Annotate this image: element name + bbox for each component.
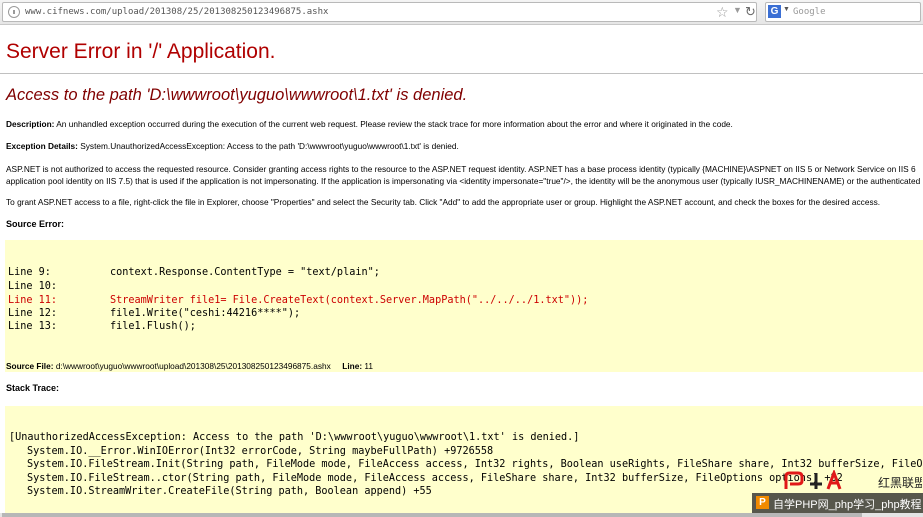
logo-glyph-1 [784, 471, 804, 489]
google-icon[interactable]: G [768, 5, 781, 18]
source-line-12: Line 12: file1.Write("ceshi:44216****"); [8, 308, 301, 319]
exception-details: Exception Details: System.UnauthorizedAc… [6, 141, 459, 151]
site-identity-icon[interactable] [8, 6, 20, 18]
watermark-logo-text: 红黑联盟 [878, 475, 922, 490]
php-badge-icon: P [756, 496, 769, 509]
stack-line-exception: [UnauthorizedAccessException: Access to … [9, 432, 580, 443]
logo-glyph-2 [810, 473, 822, 489]
exception-label: Exception Details: [6, 141, 78, 151]
source-line-10: Line 10: [8, 281, 58, 292]
page-title: Server Error in '/' Application. [6, 40, 276, 63]
grant-access-text: To grant ASP.NET access to a file, right… [6, 197, 881, 207]
source-file-info: Source File: d:\wwwroot\yuguo\wwwroot\up… [6, 361, 373, 371]
error-heading: Access to the path 'D:\wwwroot\yuguo\www… [6, 86, 468, 104]
address-bar[interactable]: www.cifnews.com/upload/201308/25/2013082… [2, 2, 757, 22]
source-file-path: d:\wwwroot\yuguo\wwwroot\upload\201308\2… [55, 361, 331, 371]
explanation-line-1: ASP.NET is not authorized to access the … [6, 164, 916, 174]
source-error-label: Source Error: [6, 219, 65, 229]
line-label: Line: [342, 361, 363, 371]
description: Description: An unhandled exception occu… [6, 119, 733, 129]
stack-line: System.IO.FileStream..ctor(String path, … [27, 473, 843, 484]
scrollbar-thumb[interactable] [2, 513, 862, 517]
explanation-line-2: application pool identity on IIS 7.5) th… [6, 176, 921, 186]
title-divider [0, 73, 923, 74]
stack-trace-label: Stack Trace: [6, 383, 60, 393]
exception-text: System.UnauthorizedAccessException: Acce… [80, 141, 459, 151]
search-bar[interactable]: G ▼ Google [765, 2, 921, 22]
watermark-bar: P 自学PHP网_php学习_php教程 [752, 493, 923, 513]
source-line-13: Line 13: file1.Flush(); [8, 321, 196, 332]
description-label: Description: [6, 119, 55, 129]
description-text: An unhandled exception occurred during t… [56, 119, 733, 129]
stack-line: System.IO.__Error.WinIOError(Int32 error… [27, 446, 494, 457]
source-code-block: Line 9: context.Response.ContentType = "t… [5, 240, 923, 372]
source-line-9: Line 9: context.Response.ContentType = "t… [8, 267, 380, 278]
source-line-11-highlighted: Line 11: StreamWriter file1= File.CreateT… [8, 295, 589, 306]
reload-icon[interactable]: ↻ [745, 4, 756, 20]
horizontal-scrollbar[interactable] [0, 513, 923, 517]
stack-line: System.IO.StreamWriter.CreateFile(String… [27, 486, 432, 497]
browser-toolbar: www.cifnews.com/upload/201308/25/2013082… [0, 0, 923, 25]
engine-dropdown-icon[interactable]: ▼ [783, 6, 790, 13]
watermark-text: 自学PHP网_php学习_php教程 [773, 499, 922, 511]
search-placeholder[interactable]: Google [793, 7, 826, 17]
url-text[interactable]: www.cifnews.com/upload/201308/25/2013082… [25, 7, 328, 17]
source-file-label: Source File: [6, 361, 54, 371]
stack-line: System.IO.FileStream.Init(String path, F… [27, 459, 923, 470]
logo-glyph-3 [826, 470, 842, 490]
watermark-logo: 红黑联盟 [784, 470, 922, 490]
history-dropdown-icon[interactable]: ▼ [733, 5, 742, 15]
bookmark-star-icon[interactable]: ☆ [716, 4, 729, 21]
line-number: 11 [364, 361, 374, 371]
